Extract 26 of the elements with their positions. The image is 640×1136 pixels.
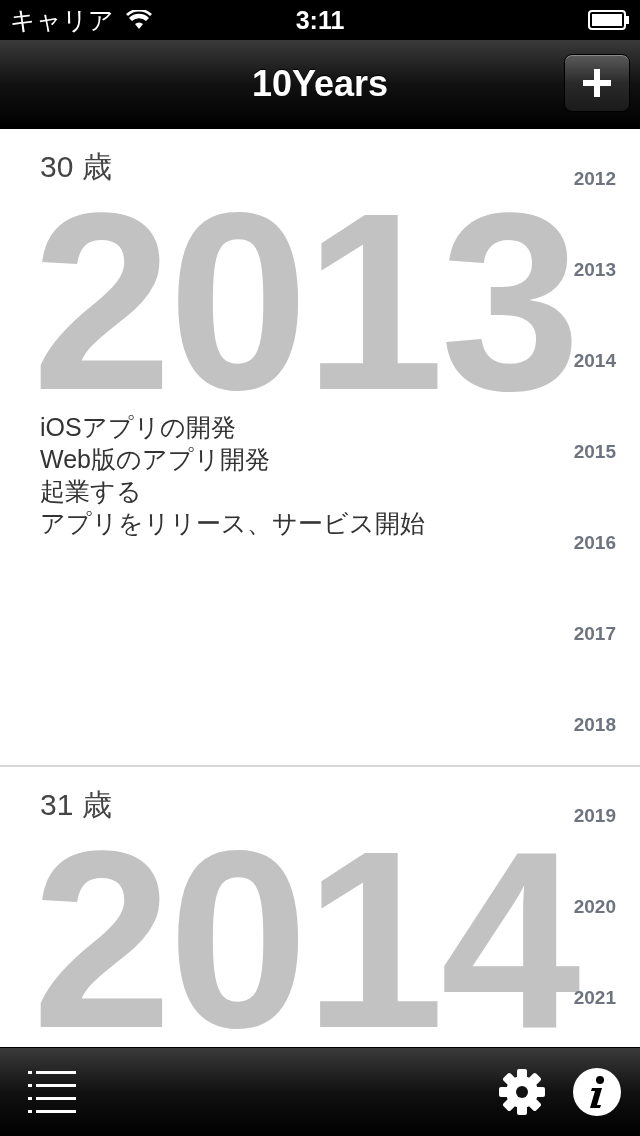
battery-icon: [588, 10, 630, 30]
year-index-item[interactable]: 2014: [573, 349, 616, 372]
year-index-item[interactable]: 2015: [573, 440, 616, 463]
info-icon: [572, 1067, 622, 1117]
plus-icon: [583, 69, 611, 97]
nav-title: 10Years: [251, 63, 389, 105]
event-text: アプリをリリース、サービス開始: [40, 508, 425, 539]
event-text: iOSアプリの開発: [40, 412, 236, 443]
year-index-item[interactable]: 2017: [573, 622, 616, 645]
year-index-item[interactable]: 2016: [573, 531, 616, 554]
settings-button[interactable]: [498, 1068, 546, 1116]
settings-icon: [498, 1068, 546, 1116]
event-text: Web版のアプリ開発: [40, 444, 270, 475]
age-label: 31 歳: [40, 787, 112, 823]
list-button[interactable]: [28, 1069, 76, 1115]
year-index-item[interactable]: 2012: [573, 167, 616, 190]
list-icon: [28, 1069, 76, 1115]
year-index-item[interactable]: 2019: [573, 804, 616, 827]
age-label: 30 歳: [40, 149, 112, 185]
clock-time: 3:11: [295, 5, 345, 35]
event-text: 起業する: [40, 476, 142, 507]
add-button[interactable]: [564, 54, 630, 112]
wifi-icon: [126, 10, 152, 30]
carrier-name: キャリア: [10, 4, 114, 36]
info-button[interactable]: [572, 1067, 622, 1117]
year-index-item[interactable]: 2018: [573, 713, 616, 736]
